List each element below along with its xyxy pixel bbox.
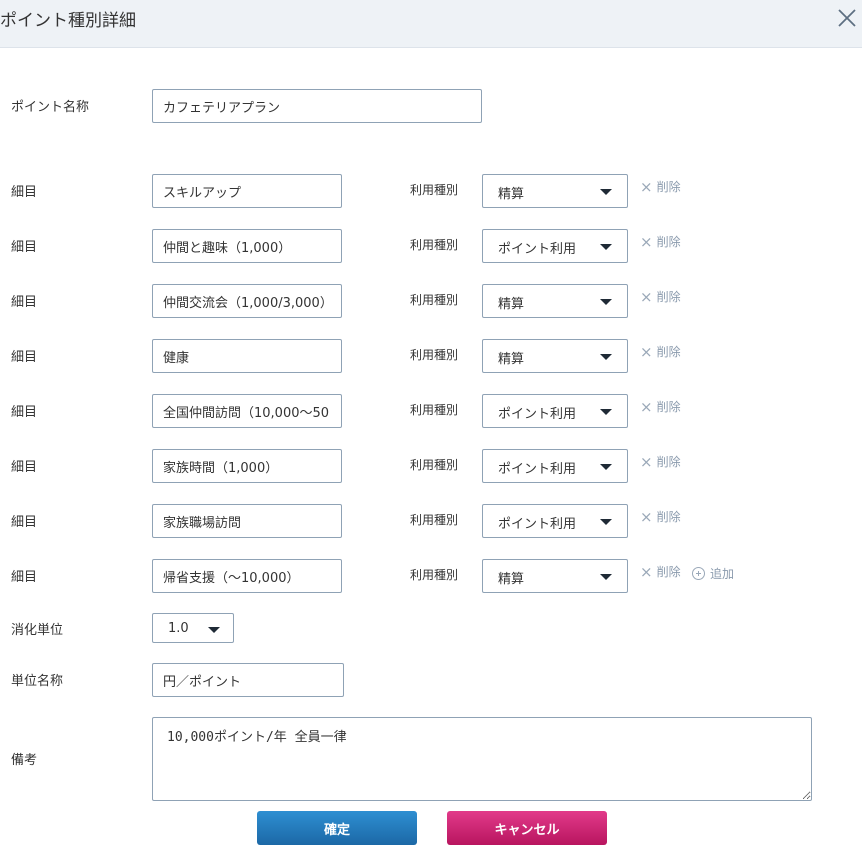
consumption-unit-select[interactable]: 1.0 [152, 613, 234, 643]
usage-type-value: 精算 [498, 572, 525, 587]
chevron-down-icon [600, 299, 612, 305]
chevron-down-icon [600, 354, 612, 360]
usage-type-select[interactable]: ポイント利用 [482, 394, 628, 428]
delete-button[interactable]: × 削除 [640, 398, 681, 416]
unit-name-label: 単位名称 [11, 674, 64, 689]
usage-type-select[interactable]: 精算 [482, 559, 628, 593]
delete-label: 削除 [656, 290, 681, 304]
consumption-unit-label: 消化単位 [11, 623, 64, 638]
usage-type-select[interactable]: 精算 [482, 339, 628, 373]
close-icon: × [640, 288, 653, 306]
item-label: 細目 [11, 460, 38, 475]
item-label: 細目 [11, 515, 38, 530]
item-name-input[interactable] [152, 449, 342, 483]
chevron-down-icon [600, 574, 612, 580]
usage-type-label: 利用種別 [410, 238, 459, 252]
delete-button[interactable]: × 削除 [640, 508, 681, 526]
close-icon: × [640, 508, 653, 526]
delete-button[interactable]: × 削除 [640, 563, 681, 581]
plus-circle-icon [692, 567, 705, 580]
chevron-down-icon [208, 627, 220, 633]
delete-label: 削除 [656, 400, 681, 414]
delete-label: 削除 [656, 235, 681, 249]
item-label: 細目 [11, 570, 38, 585]
item-name-input[interactable] [152, 284, 342, 318]
usage-type-value: 精算 [498, 297, 525, 312]
usage-type-select[interactable]: ポイント利用 [482, 449, 628, 483]
point-name-input[interactable] [152, 89, 482, 123]
dialog-title: ポイント種別詳細 [0, 11, 136, 31]
delete-button[interactable]: × 削除 [640, 178, 681, 196]
usage-type-value: ポイント利用 [498, 462, 577, 477]
remarks-label: 備考 [11, 753, 38, 768]
chevron-down-icon [600, 244, 612, 250]
item-name-input[interactable] [152, 504, 342, 538]
chevron-down-icon [600, 464, 612, 470]
usage-type-label: 利用種別 [410, 458, 459, 472]
delete-label: 削除 [656, 510, 681, 524]
usage-type-value: ポイント利用 [498, 407, 577, 422]
usage-type-select[interactable]: 精算 [482, 174, 628, 208]
remarks-textarea[interactable]: 10,000ポイント/年 全員一律 [152, 717, 812, 801]
confirm-button[interactable]: 確定 [257, 811, 417, 845]
item-name-input[interactable] [152, 174, 342, 208]
add-button[interactable]: 追加 [692, 565, 734, 582]
unit-name-input[interactable] [152, 663, 344, 697]
item-name-input[interactable] [152, 229, 342, 263]
add-label: 追加 [710, 567, 735, 581]
usage-type-label: 利用種別 [410, 183, 459, 197]
usage-type-select[interactable]: ポイント利用 [482, 229, 628, 263]
item-label: 細目 [11, 295, 38, 310]
item-name-input[interactable] [152, 559, 342, 593]
usage-type-value: ポイント利用 [498, 517, 577, 532]
close-icon[interactable] [836, 7, 858, 29]
delete-button[interactable]: × 削除 [640, 288, 681, 306]
item-label: 細目 [11, 350, 38, 365]
chevron-down-icon [600, 519, 612, 525]
usage-type-label: 利用種別 [410, 568, 459, 582]
delete-label: 削除 [656, 565, 681, 579]
delete-label: 削除 [656, 455, 681, 469]
chevron-down-icon [600, 189, 612, 195]
delete-label: 削除 [656, 345, 681, 359]
cancel-button[interactable]: キャンセル [447, 811, 607, 845]
usage-type-value: 精算 [498, 352, 525, 367]
dialog-header: ポイント種別詳細 [0, 0, 862, 48]
usage-type-label: 利用種別 [410, 293, 459, 307]
close-icon: × [640, 398, 653, 416]
usage-type-select[interactable]: 精算 [482, 284, 628, 318]
close-icon: × [640, 233, 653, 251]
usage-type-label: 利用種別 [410, 348, 459, 362]
close-icon: × [640, 343, 653, 361]
close-icon: × [640, 453, 653, 471]
item-name-input[interactable] [152, 394, 342, 428]
delete-button[interactable]: × 削除 [640, 233, 681, 251]
usage-type-label: 利用種別 [410, 513, 459, 527]
item-label: 細目 [11, 405, 38, 420]
chevron-down-icon [600, 409, 612, 415]
usage-type-value: 精算 [498, 187, 525, 202]
point-name-label: ポイント名称 [11, 100, 90, 115]
item-label: 細目 [11, 185, 38, 200]
item-label: 細目 [11, 240, 38, 255]
delete-button[interactable]: × 削除 [640, 343, 681, 361]
usage-type-select[interactable]: ポイント利用 [482, 504, 628, 538]
item-name-input[interactable] [152, 339, 342, 373]
close-icon: × [640, 178, 653, 196]
usage-type-label: 利用種別 [410, 403, 459, 417]
consumption-unit-value: 1.0 [168, 621, 189, 636]
delete-button[interactable]: × 削除 [640, 453, 681, 471]
usage-type-value: ポイント利用 [498, 242, 577, 257]
delete-label: 削除 [656, 180, 681, 194]
close-icon: × [640, 563, 653, 581]
